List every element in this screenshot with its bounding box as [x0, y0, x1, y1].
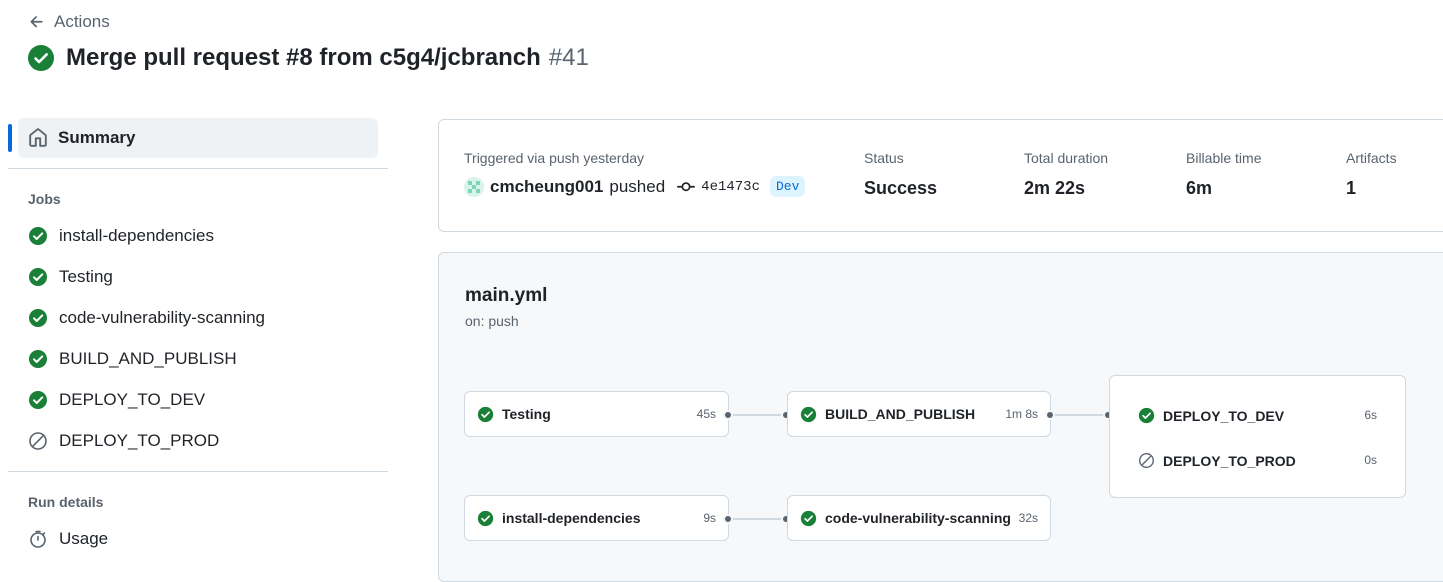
billable-label: Billable time — [1186, 150, 1262, 166]
job-duration: 0s — [1364, 453, 1377, 467]
page-title: Merge pull request #8 from c5g4/jcbranch… — [28, 44, 589, 72]
run-summary-card: Triggered via push yesterday cmcheung001… — [438, 119, 1443, 232]
back-to-actions-link[interactable]: Actions — [28, 12, 110, 32]
connector-line — [729, 518, 787, 520]
sidebar-job-build-and-publish[interactable]: BUILD_AND_PUBLISH — [8, 338, 388, 379]
status-value: Success — [864, 178, 938, 198]
check-circle-fill-icon — [28, 45, 54, 71]
skip-icon — [1139, 453, 1154, 468]
billable-value[interactable]: 6m — [1186, 178, 1261, 199]
check-circle-fill-icon — [29, 308, 47, 327]
sidebar-item-summary[interactable]: Summary — [8, 118, 378, 158]
check-circle-fill-icon — [29, 226, 47, 245]
jobs-heading: Jobs — [28, 191, 61, 207]
duration-block: Total duration 2m 22s — [1024, 150, 1108, 199]
check-circle-fill-icon — [29, 390, 47, 409]
artifacts-value[interactable]: 1 — [1346, 178, 1397, 199]
avatar[interactable] — [464, 176, 484, 197]
job-duration: 6s — [1364, 408, 1377, 422]
sidebar-job-deploy-to-dev[interactable]: DEPLOY_TO_DEV — [8, 379, 388, 420]
duration-value: 2m 22s — [1024, 178, 1086, 198]
graph-job-testing[interactable]: Testing 45s — [464, 391, 729, 437]
connector-line — [1051, 414, 1109, 416]
sidebar-job-install-dependencies[interactable]: install-dependencies — [8, 215, 388, 256]
job-label: Testing — [59, 266, 113, 286]
branch-badge[interactable]: Dev — [769, 176, 806, 197]
graph-job-group-deploy: DEPLOY_TO_DEV 6s DEPLOY_TO_PROD 0s — [1109, 375, 1406, 498]
check-circle-fill-icon — [800, 406, 817, 422]
artifacts-block: Artifacts 1 — [1346, 150, 1397, 199]
job-label: DEPLOY_TO_DEV — [59, 389, 206, 409]
trigger-text: Triggered via push yesterday — [464, 150, 645, 166]
artifacts-label: Artifacts — [1346, 150, 1397, 166]
skip-icon — [29, 431, 47, 450]
duration-label: Total duration — [1024, 150, 1109, 166]
run-details-heading: Run details — [28, 494, 104, 510]
sidebar-job-code-vulnerability-scanning[interactable]: code-vulnerability-scanning — [8, 297, 388, 338]
workflow-graph: main.yml on: push Testing 45s BUILD_AND_… — [438, 252, 1443, 582]
connector-dot — [723, 410, 733, 420]
job-duration: 1m 8s — [1005, 407, 1038, 421]
trigger-info: Triggered via push yesterday cmcheung001… — [464, 150, 806, 197]
graph-job-deploy-to-prod[interactable]: DEPLOY_TO_PROD — [1138, 452, 1296, 469]
usage-label: Usage — [59, 528, 109, 548]
divider — [8, 471, 388, 472]
check-circle-fill-icon — [1138, 407, 1155, 424]
job-label: BUILD_AND_PUBLISH — [59, 348, 237, 368]
commit-sha-link[interactable]: 4e1473c — [701, 179, 760, 195]
check-circle-fill-icon — [477, 406, 494, 422]
graph-job-label: BUILD_AND_PUBLISH — [825, 406, 976, 422]
graph-job-label: code-vulnerability-scanning — [825, 510, 1011, 526]
run-number: #41 — [548, 44, 589, 71]
check-circle-fill-icon — [29, 349, 47, 368]
graph-job-deploy-to-dev[interactable]: DEPLOY_TO_DEV — [1138, 407, 1284, 424]
check-circle-fill-icon — [800, 510, 817, 526]
sidebar-job-testing[interactable]: Testing — [8, 256, 388, 297]
billable-block: Billable time 6m — [1186, 150, 1261, 199]
git-commit-icon — [677, 181, 696, 191]
job-duration: 32s — [1018, 511, 1038, 525]
arrow-left-icon — [30, 16, 43, 28]
job-label: DEPLOY_TO_PROD — [59, 430, 220, 450]
workflow-file-name[interactable]: main.yml — [465, 285, 547, 307]
connector-line — [729, 414, 787, 416]
connector-dot — [1045, 410, 1055, 420]
job-duration: 45s — [696, 407, 716, 421]
job-duration: 9s — [703, 511, 716, 525]
check-circle-fill-icon — [29, 267, 47, 286]
sidebar-job-deploy-to-prod[interactable]: DEPLOY_TO_PROD — [8, 420, 388, 461]
check-circle-fill-icon — [477, 510, 494, 526]
graph-job-label: install-dependencies — [502, 510, 641, 526]
run-title: Merge pull request #8 from c5g4/jcbranch — [66, 44, 541, 71]
divider — [8, 168, 388, 169]
graph-job-install-dependencies[interactable]: install-dependencies 9s — [464, 495, 729, 541]
job-label: install-dependencies — [59, 225, 214, 245]
home-icon — [29, 128, 47, 147]
action-text: pushed — [609, 176, 666, 196]
graph-job-build-and-publish[interactable]: BUILD_AND_PUBLISH 1m 8s — [787, 391, 1051, 437]
workflow-trigger: on: push — [465, 313, 519, 329]
graph-job-label: Testing — [502, 406, 551, 422]
status-block: Status Success — [864, 150, 937, 199]
sidebar-item-label: Summary — [58, 128, 136, 147]
back-link-label: Actions — [54, 12, 110, 31]
connector-dot — [723, 514, 733, 524]
actor-link[interactable]: cmcheung001 — [490, 177, 603, 197]
sidebar: Summary Jobs install-dependencies Testin… — [8, 118, 388, 559]
job-label: code-vulnerability-scanning — [59, 307, 266, 327]
sidebar-item-usage[interactable]: Usage — [8, 518, 388, 559]
graph-job-label: DEPLOY_TO_PROD — [1163, 452, 1296, 469]
graph-job-label: DEPLOY_TO_DEV — [1163, 407, 1285, 424]
graph-job-code-vulnerability-scanning[interactable]: code-vulnerability-scanning 32s — [787, 495, 1051, 541]
status-label: Status — [864, 150, 904, 166]
stopwatch-icon — [30, 530, 46, 548]
